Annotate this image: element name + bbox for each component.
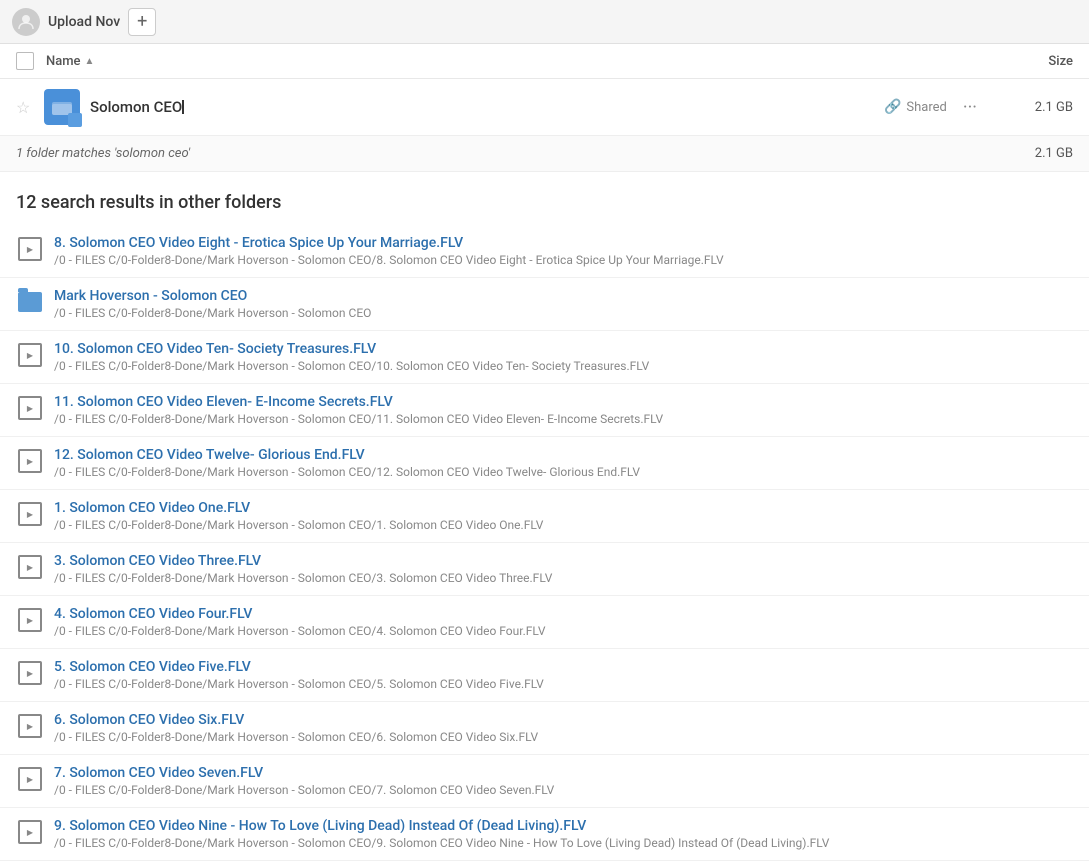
list-item[interactable]: 11. Solomon CEO Video Eleven- E-Income S… [0, 384, 1089, 437]
list-item[interactable]: Mark Hoverson - Solomon CEO /0 - FILES C… [0, 278, 1089, 331]
result-content: 6. Solomon CEO Video Six.FLV /0 - FILES … [54, 712, 1073, 744]
video-file-icon [16, 500, 44, 528]
folder-small-icon [16, 288, 44, 316]
result-content: 7. Solomon CEO Video Seven.FLV /0 - FILE… [54, 765, 1073, 797]
result-path: /0 - FILES C/0-Folder8-Done/Mark Hoverso… [54, 571, 1073, 585]
result-path: /0 - FILES C/0-Folder8-Done/Mark Hoverso… [54, 253, 1073, 267]
result-content: 11. Solomon CEO Video Eleven- E-Income S… [54, 394, 1073, 426]
list-item[interactable]: 6. Solomon CEO Video Six.FLV /0 - FILES … [0, 702, 1089, 755]
result-content: 4. Solomon CEO Video Four.FLV /0 - FILES… [54, 606, 1073, 638]
video-file-icon [16, 606, 44, 634]
result-path: /0 - FILES C/0-Folder8-Done/Mark Hoverso… [54, 465, 1073, 479]
video-file-icon [16, 659, 44, 687]
result-title[interactable]: 11. Solomon CEO Video Eleven- E-Income S… [54, 394, 1073, 410]
name-column-header[interactable]: Name ▲ [46, 54, 993, 69]
match-size: 2.1 GB [993, 146, 1073, 161]
list-item[interactable]: 12. Solomon CEO Video Twelve- Glorious E… [0, 437, 1089, 490]
match-info-row: 1 folder matches 'solomon ceo' 2.1 GB [0, 136, 1089, 172]
video-file-icon [16, 394, 44, 422]
folder-size: 2.1 GB [993, 100, 1073, 115]
list-item[interactable]: 1. Solomon CEO Video One.FLV /0 - FILES … [0, 490, 1089, 543]
result-title[interactable]: 8. Solomon CEO Video Eight - Erotica Spi… [54, 235, 1073, 251]
top-bar: Upload Nov + [0, 0, 1089, 44]
result-path: /0 - FILES C/0-Folder8-Done/Mark Hoverso… [54, 412, 1073, 426]
video-file-icon [16, 341, 44, 369]
video-file-icon [16, 447, 44, 475]
result-path: /0 - FILES C/0-Folder8-Done/Mark Hoverso… [54, 677, 1073, 691]
results-header: 12 search results in other folders [0, 172, 1089, 225]
result-title[interactable]: 1. Solomon CEO Video One.FLV [54, 500, 1073, 516]
result-content: 12. Solomon CEO Video Twelve- Glorious E… [54, 447, 1073, 479]
add-button[interactable]: + [128, 8, 156, 36]
star-icon[interactable]: ☆ [16, 98, 36, 117]
result-title[interactable]: 3. Solomon CEO Video Three.FLV [54, 553, 1073, 569]
result-content: 3. Solomon CEO Video Three.FLV /0 - FILE… [54, 553, 1073, 585]
list-item[interactable]: 5. Solomon CEO Video Five.FLV /0 - FILES… [0, 649, 1089, 702]
result-path: /0 - FILES C/0-Folder8-Done/Mark Hoverso… [54, 783, 1073, 797]
list-item[interactable]: 9. Solomon CEO Video Nine - How To Love … [0, 808, 1089, 861]
list-item[interactable]: 4. Solomon CEO Video Four.FLV /0 - FILES… [0, 596, 1089, 649]
result-path: /0 - FILES C/0-Folder8-Done/Mark Hoverso… [54, 836, 1073, 850]
size-column-header[interactable]: Size [993, 54, 1073, 69]
list-item[interactable]: 3. Solomon CEO Video Three.FLV /0 - FILE… [0, 543, 1089, 596]
result-title[interactable]: 4. Solomon CEO Video Four.FLV [54, 606, 1073, 622]
video-file-icon [16, 553, 44, 581]
avatar [12, 8, 40, 36]
list-item[interactable]: 7. Solomon CEO Video Seven.FLV /0 - FILE… [0, 755, 1089, 808]
list-item[interactable]: 8. Solomon CEO Video Eight - Erotica Spi… [0, 225, 1089, 278]
result-title[interactable]: Mark Hoverson - Solomon CEO [54, 288, 1073, 304]
result-title[interactable]: 7. Solomon CEO Video Seven.FLV [54, 765, 1073, 781]
video-file-icon [16, 235, 44, 263]
result-title[interactable]: 6. Solomon CEO Video Six.FLV [54, 712, 1073, 728]
result-title[interactable]: 9. Solomon CEO Video Nine - How To Love … [54, 818, 1073, 834]
text-cursor [182, 100, 184, 114]
result-title[interactable]: 12. Solomon CEO Video Twelve- Glorious E… [54, 447, 1073, 463]
result-path: /0 - FILES C/0-Folder8-Done/Mark Hoverso… [54, 730, 1073, 744]
result-content: 5. Solomon CEO Video Five.FLV /0 - FILES… [54, 659, 1073, 691]
result-path: /0 - FILES C/0-Folder8-Done/Mark Hoverso… [54, 359, 1073, 373]
results-list: 8. Solomon CEO Video Eight - Erotica Spi… [0, 225, 1089, 861]
result-content: 10. Solomon CEO Video Ten- Society Treas… [54, 341, 1073, 373]
page-title: Upload Nov [48, 14, 120, 30]
result-title[interactable]: 10. Solomon CEO Video Ten- Society Treas… [54, 341, 1073, 357]
result-path: /0 - FILES C/0-Folder8-Done/Mark Hoverso… [54, 306, 1073, 320]
video-file-icon [16, 712, 44, 740]
sort-arrow-icon: ▲ [85, 56, 95, 67]
shared-badge: 🔗 Shared [884, 99, 947, 115]
result-content: 1. Solomon CEO Video One.FLV /0 - FILES … [54, 500, 1073, 532]
result-title[interactable]: 5. Solomon CEO Video Five.FLV [54, 659, 1073, 675]
result-content: 9. Solomon CEO Video Nine - How To Love … [54, 818, 1073, 850]
more-options-button[interactable]: ··· [963, 97, 977, 118]
video-file-icon [16, 765, 44, 793]
result-content: 8. Solomon CEO Video Eight - Erotica Spi… [54, 235, 1073, 267]
result-path: /0 - FILES C/0-Folder8-Done/Mark Hoverso… [54, 624, 1073, 638]
result-content: Mark Hoverson - Solomon CEO /0 - FILES C… [54, 288, 1073, 320]
folder-shared-icon [44, 89, 80, 125]
video-file-icon [16, 818, 44, 846]
list-item[interactable]: 10. Solomon CEO Video Ten- Society Treas… [0, 331, 1089, 384]
match-text: 1 folder matches 'solomon ceo' [16, 146, 993, 161]
main-folder-row[interactable]: ☆ Solomon CEO 🔗 Shared ··· 2.1 GB [0, 79, 1089, 136]
link-icon: 🔗 [884, 99, 901, 115]
column-header: Name ▲ Size [0, 44, 1089, 79]
folder-name[interactable]: Solomon CEO [90, 98, 884, 116]
result-path: /0 - FILES C/0-Folder8-Done/Mark Hoverso… [54, 518, 1073, 532]
select-all-checkbox[interactable] [16, 52, 34, 70]
